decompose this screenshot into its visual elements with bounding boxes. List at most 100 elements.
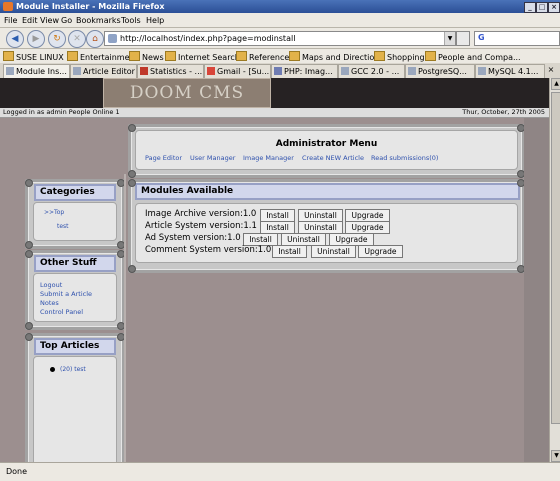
tab-gmail[interactable]: Gmail - [Su... xyxy=(204,64,271,78)
other-stuff-panel: Other Stuff Logout Submit a Article Note… xyxy=(25,250,125,330)
submit-article-link[interactable]: Submit a Article xyxy=(40,290,92,298)
other-stuff-header: Other Stuff xyxy=(34,255,116,272)
menu-file[interactable]: File xyxy=(4,16,17,25)
create-new-article-link[interactable]: Create NEW Article xyxy=(302,154,364,162)
tab-gcc[interactable]: GCC 2.0 - ... xyxy=(338,64,405,78)
logout-link[interactable]: Logout xyxy=(40,281,62,289)
bookmark-entertainment[interactable]: Entertainment xyxy=(67,51,138,62)
reload-icon[interactable]: ↻ xyxy=(48,30,66,48)
tab-mysql[interactable]: MySQL 4.1... xyxy=(475,64,545,78)
top-article-link[interactable]: (20) test xyxy=(60,366,86,373)
module-name: Article System version:1.1 xyxy=(145,221,257,231)
scroll-up-icon[interactable]: ▲ xyxy=(551,78,560,90)
search-input[interactable]: G xyxy=(474,31,560,46)
top-articles-panel: Top Articles (20) test xyxy=(25,333,125,462)
current-date: Thur, October, 27th 2005 xyxy=(462,108,545,116)
rivet xyxy=(25,241,33,249)
scrollbar-thumb[interactable] xyxy=(551,92,560,424)
rivet xyxy=(25,322,33,330)
folder-icon xyxy=(129,51,140,61)
close-tab-icon[interactable]: × xyxy=(546,65,556,76)
address-url: http://localhost/index.php?page=modinsta… xyxy=(120,34,296,43)
vertical-scrollbar[interactable]: ▲ ▼ xyxy=(549,78,560,462)
bookmark-reference[interactable]: Reference xyxy=(236,51,289,62)
menu-view[interactable]: View xyxy=(40,16,59,25)
page-editor-link[interactable]: Page Editor xyxy=(145,154,182,162)
close-button[interactable]: × xyxy=(548,2,560,13)
upgrade-button[interactable]: Upgrade xyxy=(358,245,403,258)
folder-icon xyxy=(165,51,176,61)
window-title: Module Installer - Mozilla Firefox xyxy=(16,2,165,11)
menu-help[interactable]: Help xyxy=(146,16,164,25)
rivet xyxy=(25,179,33,187)
uninstall-button[interactable]: Uninstall xyxy=(311,245,356,258)
logged-in-status: Logged in as admin People Online 1 xyxy=(3,108,120,116)
rivet xyxy=(128,265,136,273)
bookmark-internet-search[interactable]: Internet Search xyxy=(165,51,240,62)
bookmark-maps-and-directions[interactable]: Maps and Directions xyxy=(289,51,384,62)
folder-icon xyxy=(289,51,300,61)
google-search-icon: G xyxy=(478,33,485,42)
image-manager-link[interactable]: Image Manager xyxy=(243,154,294,162)
address-dropdown-icon[interactable]: ▼ xyxy=(444,32,455,45)
back-icon[interactable]: ◀ xyxy=(6,30,24,48)
top-articles-header: Top Articles xyxy=(34,338,116,355)
rivet xyxy=(128,124,136,132)
folder-icon xyxy=(374,51,385,61)
tab-postgresql[interactable]: PostgreSQ... xyxy=(405,64,475,78)
module-row: Ad System version:1.0 Install Uninstall … xyxy=(136,233,517,246)
tab-favicon xyxy=(274,67,282,75)
module-row: Comment System version:1.0 Install Unins… xyxy=(136,245,517,258)
site-logo: DOOM CMS xyxy=(103,78,271,108)
bookmark-suse-linux[interactable]: SUSE LINUX xyxy=(3,51,64,62)
category-top-link[interactable]: >>Top xyxy=(44,209,64,216)
modules-box: Image Archive version:1.0 Install Uninst… xyxy=(135,203,518,263)
rivet xyxy=(128,179,136,187)
stop-icon[interactable]: ✕ xyxy=(68,30,86,48)
read-submissions-link[interactable]: Read submissions(0) xyxy=(371,154,438,162)
user-manager-link[interactable]: User Manager xyxy=(190,154,235,162)
tab-article-editor[interactable]: Article Editor xyxy=(70,64,137,78)
menu-go[interactable]: Go xyxy=(61,16,72,25)
modules-panel: Modules Available Image Archive version:… xyxy=(128,179,525,273)
minimize-button[interactable]: _ xyxy=(524,2,536,13)
rivet xyxy=(25,333,33,341)
admin-menu-box: Administrator Menu Page Editor User Mana… xyxy=(135,130,518,170)
notes-link[interactable]: Notes xyxy=(40,299,59,307)
home-icon[interactable]: ⌂ xyxy=(86,30,104,48)
bookmark-news[interactable]: News xyxy=(129,51,164,62)
categories-panel: Categories >>Top test xyxy=(25,179,125,249)
tab-favicon xyxy=(6,67,14,75)
address-bar[interactable]: http://localhost/index.php?page=modinsta… xyxy=(104,31,456,46)
column-divider xyxy=(124,174,126,462)
bookmark-shopping[interactable]: Shopping xyxy=(374,51,425,62)
module-name: Comment System version:1.0 xyxy=(145,245,272,255)
bookmarks-toolbar: SUSE LINUX Entertainment News Internet S… xyxy=(0,49,560,64)
tab-module-installer[interactable]: Module Ins... xyxy=(3,64,70,78)
site-banner: DOOM CMS xyxy=(0,78,549,108)
navigation-toolbar: ◀ ▶ ↻ ✕ ⌂ http://localhost/index.php?pag… xyxy=(0,28,560,49)
bookmark-people-and-companies[interactable]: People and Compa... xyxy=(425,51,521,62)
maximize-button[interactable]: □ xyxy=(536,2,548,13)
tab-php[interactable]: PHP: Imag... xyxy=(271,64,338,78)
bookmark-icon xyxy=(3,51,14,61)
firefox-icon xyxy=(3,2,13,11)
menu-tools[interactable]: Tools xyxy=(121,16,141,25)
go-button[interactable] xyxy=(456,31,470,46)
categories-box: >>Top test xyxy=(33,202,117,241)
menu-edit[interactable]: Edit xyxy=(22,16,38,25)
module-row: Article System version:1.1 Install Unins… xyxy=(136,221,517,234)
tab-favicon xyxy=(478,67,486,75)
forward-icon[interactable]: ▶ xyxy=(27,30,45,48)
scroll-down-icon[interactable]: ▼ xyxy=(551,450,560,462)
install-button[interactable]: Install xyxy=(272,245,307,258)
menu-bookmarks[interactable]: Bookmarks xyxy=(76,16,121,25)
category-test-link[interactable]: test xyxy=(57,223,69,230)
tab-favicon xyxy=(73,67,81,75)
page-content: DOOM CMS Logged in as admin People Onlin… xyxy=(0,78,549,462)
tab-statistics[interactable]: Statistics - ... xyxy=(137,64,204,78)
control-panel-link[interactable]: Control Panel xyxy=(40,308,83,316)
admin-menu-panel: Administrator Menu Page Editor User Mana… xyxy=(128,124,525,178)
status-bar: Done xyxy=(0,462,560,481)
categories-header: Categories xyxy=(34,184,116,201)
